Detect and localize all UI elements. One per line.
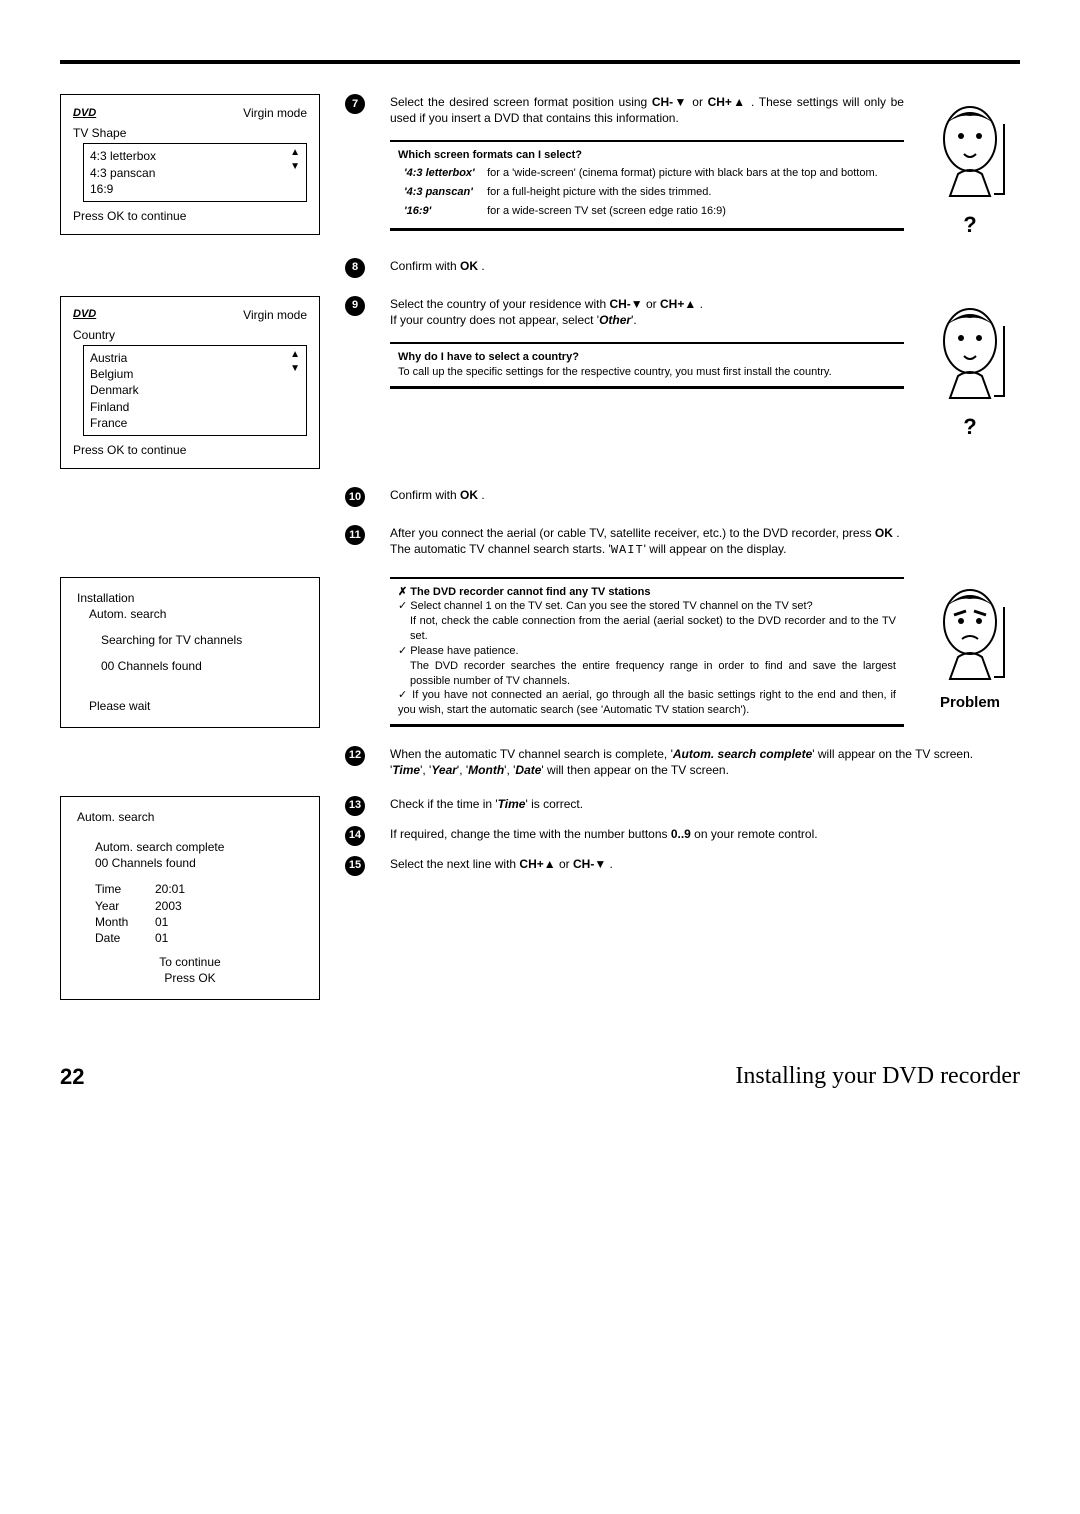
step-9-text: Select the country of your residence wit…	[390, 296, 904, 328]
step-badge-11: 11	[345, 525, 365, 545]
osd-item: Belgium	[90, 366, 300, 382]
osd-country: DVD Virgin mode Country ▲▼ Austria Belgi…	[60, 296, 320, 470]
step-badge-12: 12	[345, 746, 365, 766]
osd-title: Country	[73, 327, 307, 343]
tip-line: If not, check the cable connection from …	[398, 614, 896, 644]
osd-foot: Press OK to continue	[73, 208, 307, 224]
step-badge-7: 7	[345, 94, 365, 114]
osd4-head: Autom. search	[77, 809, 303, 825]
step-13-text: Check if the time in 'Time' is correct.	[390, 796, 1020, 812]
tip-screen-formats: Which screen formats can I select? '4:3 …	[390, 140, 904, 230]
section-step-8: 8 Confirm with OK .	[60, 258, 1020, 278]
tip-line: Please have patience.	[398, 644, 896, 659]
step-badge-14: 14	[345, 826, 365, 846]
step-badge-8: 8	[345, 258, 365, 278]
step-badge-13: 13	[345, 796, 365, 816]
osd-mode: Virgin mode	[243, 307, 307, 323]
section-step-10: 10 Confirm with OK .	[60, 487, 1020, 507]
step-11-text: After you connect the aerial (or cable T…	[390, 525, 1020, 558]
tip-title: Which screen formats can I select?	[398, 148, 896, 163]
page-title: Installing your DVD recorder	[735, 1060, 1020, 1092]
page-footer: 22 Installing your DVD recorder	[60, 1060, 1020, 1092]
tip-title: Why do I have to select a country?	[398, 350, 896, 365]
step-badge-15: 15	[345, 856, 365, 876]
question-mark-icon: ?	[920, 412, 1020, 442]
step-14-text: If required, change the time with the nu…	[390, 826, 1020, 842]
step-15-text: Select the next line with CH+▲ or CH-▼ .	[390, 856, 1020, 872]
question-face-1: ?	[920, 94, 1020, 240]
osd-item: France	[90, 415, 300, 431]
section-problem: Installation Autom. search Searching for…	[60, 577, 1020, 728]
install-line: 00 Channels found	[101, 658, 303, 674]
osd4-found: 00 Channels found	[95, 855, 303, 871]
osd-foot: Press OK to continue	[73, 442, 307, 458]
question-mark-icon: ?	[920, 210, 1020, 240]
page-number: 22	[60, 1062, 84, 1092]
problem-label: Problem	[920, 693, 1020, 713]
section-step-11: 11 After you connect the aerial (or cabl…	[60, 525, 1020, 558]
osd-item: Finland	[90, 399, 300, 415]
osd-autosearch-complete: Autom. search Autom. search complete 00 …	[60, 796, 320, 1000]
osd-autosearch-progress: Installation Autom. search Searching for…	[60, 577, 320, 728]
updown-icon: ▲▼	[290, 348, 300, 375]
step-10-text: Confirm with OK .	[390, 487, 1020, 503]
section-step-9: DVD Virgin mode Country ▲▼ Austria Belgi…	[60, 296, 1020, 470]
top-rule	[60, 60, 1020, 64]
section-step-12: 12 When the automatic TV channel search …	[60, 746, 1020, 778]
step-7-text: Select the desired screen format positio…	[390, 94, 904, 126]
osd-listbox: ▲▼ 4:3 letterbox 4:3 panscan 16:9	[83, 143, 307, 202]
step-badge-9: 9	[345, 296, 365, 316]
section-step-13: Autom. search Autom. search complete 00 …	[60, 796, 1020, 1000]
osd-item: 4:3 panscan	[90, 165, 300, 181]
osd-tv-shape: DVD Virgin mode TV Shape ▲▼ 4:3 letterbo…	[60, 94, 320, 235]
osd-item: 16:9	[90, 181, 300, 197]
osd-item: Denmark	[90, 382, 300, 398]
tip-title: The DVD recorder cannot find any TV stat…	[398, 585, 896, 600]
tip-line: Select channel 1 on the TV set. Can you …	[398, 599, 896, 614]
install-head: Installation	[77, 590, 303, 606]
osd-mode: Virgin mode	[243, 105, 307, 121]
osd4-done: Autom. search complete	[95, 839, 303, 855]
install-wait: Please wait	[89, 698, 303, 714]
tip-country: Why do I have to select a country? To ca…	[390, 342, 904, 389]
osd-item: 4:3 letterbox	[90, 148, 300, 164]
osd4-row-month: Month01	[95, 914, 303, 930]
tip-problem: The DVD recorder cannot find any TV stat…	[390, 577, 904, 728]
osd4-row-time: Time20:01	[95, 881, 303, 897]
step-8-text: Confirm with OK .	[390, 258, 1020, 274]
problem-face: Problem	[920, 577, 1020, 728]
step-badge-10: 10	[345, 487, 365, 507]
tip-line: The DVD recorder searches the entire fre…	[398, 659, 896, 689]
osd4-row-year: Year2003	[95, 898, 303, 914]
step-12-text: When the automatic TV channel search is …	[390, 746, 1020, 778]
osd4-foot: Press OK	[77, 970, 303, 986]
question-face-2: ?	[920, 296, 1020, 442]
updown-icon: ▲▼	[290, 146, 300, 173]
dvd-logo-icon: DVD	[73, 307, 96, 322]
install-line: Searching for TV channels	[101, 632, 303, 648]
osd-listbox: ▲▼ Austria Belgium Denmark Finland Franc…	[83, 345, 307, 436]
osd-title: TV Shape	[73, 125, 307, 141]
osd-item: Austria	[90, 350, 300, 366]
section-step-7: DVD Virgin mode TV Shape ▲▼ 4:3 letterbo…	[60, 94, 1020, 240]
osd4-row-date: Date01	[95, 930, 303, 946]
dvd-logo-icon: DVD	[73, 106, 96, 121]
tip-line: If you have not connected an aerial, go …	[398, 688, 896, 718]
osd4-foot: To continue	[77, 954, 303, 970]
install-sub: Autom. search	[89, 606, 303, 622]
tip-body: To call up the specific settings for the…	[398, 365, 896, 380]
